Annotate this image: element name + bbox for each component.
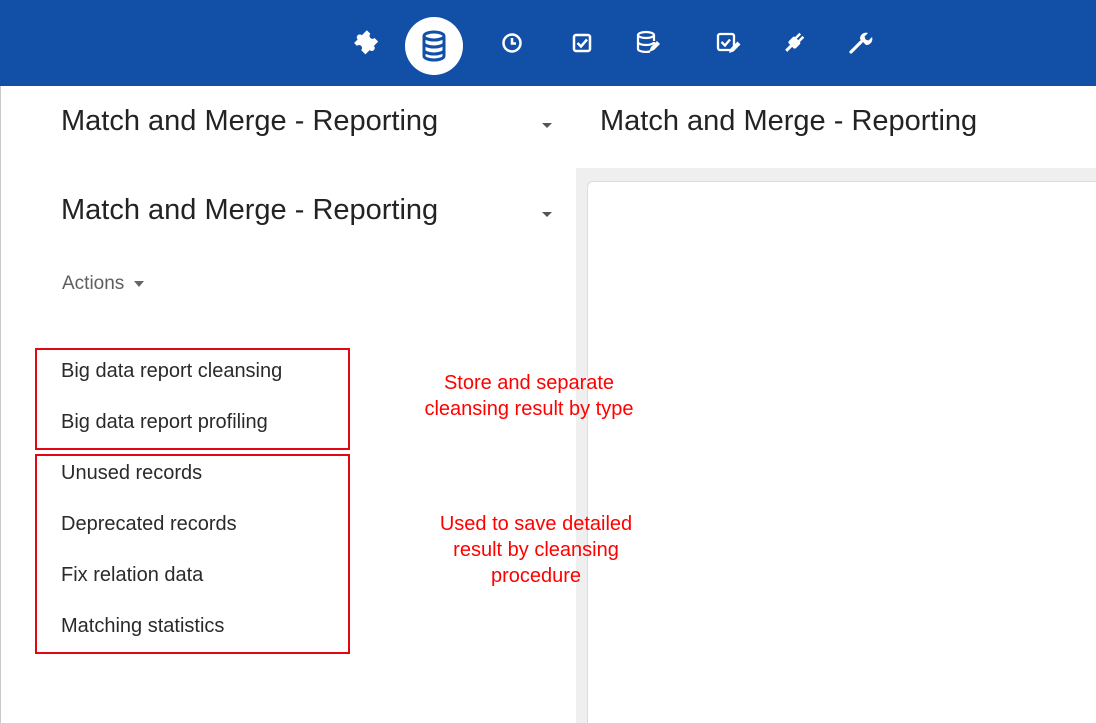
- page-title: Match and Merge - Reporting: [600, 105, 978, 137]
- module-select[interactable]: Match and Merge - Reporting: [61, 105, 438, 138]
- checkbox-edit-icon[interactable]: [711, 25, 747, 61]
- left-border: [0, 86, 9, 723]
- report-select[interactable]: Match and Merge - Reporting: [61, 194, 438, 227]
- annotation-group-1: Store and separate cleansing result by t…: [389, 370, 669, 422]
- chevron-down-icon[interactable]: [541, 122, 553, 130]
- highlight-box-group-2: [35, 454, 350, 654]
- annotation-line: cleansing result by type: [424, 398, 634, 420]
- chevron-down-icon[interactable]: [541, 211, 553, 219]
- actions-dropdown[interactable]: Actions: [62, 273, 145, 295]
- annotation-line: Store and separate: [443, 372, 615, 394]
- actions-label: Actions: [62, 273, 125, 294]
- database-icon[interactable]: [405, 17, 463, 75]
- top-toolbar: [0, 0, 1096, 86]
- database-edit-icon[interactable]: [630, 25, 666, 61]
- checkbox-icon[interactable]: [564, 25, 600, 61]
- clock-icon[interactable]: [494, 25, 530, 61]
- puzzle-icon[interactable]: [346, 25, 382, 61]
- plug-icon[interactable]: [776, 25, 812, 61]
- caret-down-icon: [134, 281, 145, 287]
- annotation-line: result by cleansing: [453, 539, 619, 561]
- annotation-line: Used to save detailed: [439, 513, 633, 535]
- content-panel: [587, 181, 1096, 723]
- highlight-box-group-1: [35, 348, 350, 450]
- wrench-icon[interactable]: [842, 25, 878, 61]
- annotation-group-2: Used to save detailed result by cleansin…: [396, 511, 676, 589]
- annotation-line: procedure: [490, 565, 582, 587]
